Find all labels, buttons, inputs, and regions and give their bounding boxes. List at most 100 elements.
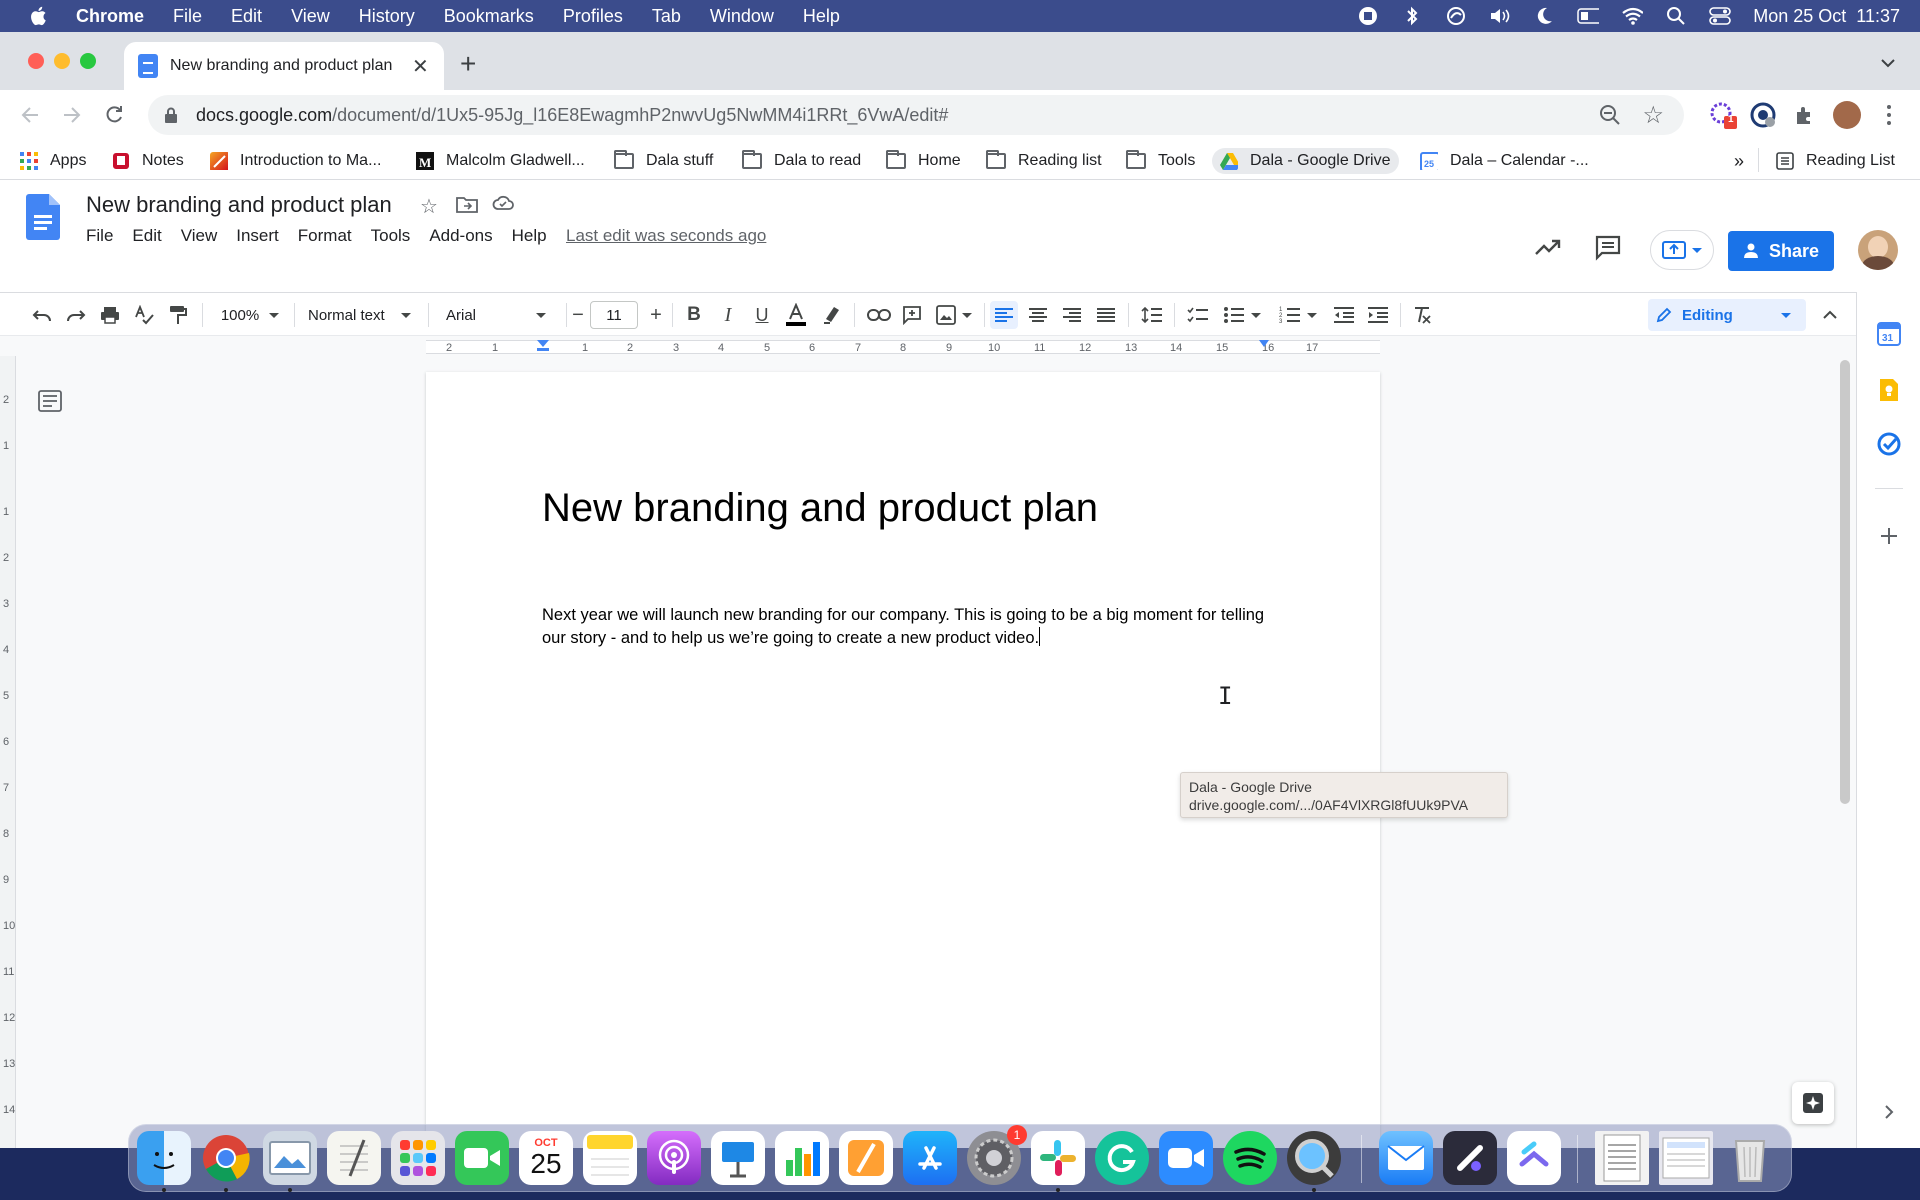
lock-icon[interactable] xyxy=(164,107,178,123)
docs-menu-file[interactable]: File xyxy=(86,226,113,246)
menu-view[interactable]: View xyxy=(291,6,330,27)
tab-search-chevron-icon[interactable] xyxy=(1880,52,1896,73)
document-heading[interactable]: New branding and product plan xyxy=(542,486,1098,531)
menu-window[interactable]: Window xyxy=(710,6,774,27)
align-left-icon[interactable] xyxy=(990,301,1018,329)
system-preferences-icon[interactable]: 1 xyxy=(967,1125,1027,1185)
bold-icon[interactable]: B xyxy=(682,303,706,327)
tab-close-icon[interactable]: ✕ xyxy=(412,54,429,79)
apple-icon[interactable] xyxy=(26,3,52,29)
documents-stack-icon[interactable] xyxy=(1659,1131,1713,1185)
forward-button[interactable] xyxy=(58,101,86,129)
google-docs-logo-icon[interactable] xyxy=(26,194,60,240)
bookmark-apps[interactable]: Apps xyxy=(20,148,86,174)
add-comment-icon[interactable] xyxy=(900,303,924,327)
spotlight-search-icon[interactable] xyxy=(1665,5,1687,27)
grammarly-icon[interactable] xyxy=(1095,1131,1149,1185)
docs-menu-insert[interactable]: Insert xyxy=(236,226,279,246)
font-family-select[interactable]: Arial xyxy=(446,303,556,327)
browser-tab-active[interactable]: New branding and product plan ✕ xyxy=(124,42,444,90)
docs-menu-help[interactable]: Help xyxy=(512,226,547,246)
vertical-scrollbar[interactable] xyxy=(1840,360,1850,804)
document-outline-icon[interactable] xyxy=(38,390,62,412)
add-addon-plus-icon[interactable] xyxy=(1877,524,1901,548)
paint-format-icon[interactable] xyxy=(166,303,190,327)
docs-menu-addons[interactable]: Add-ons xyxy=(429,226,492,246)
reload-button[interactable] xyxy=(100,101,128,129)
trash-icon[interactable] xyxy=(1723,1131,1777,1185)
font-size-input[interactable]: 11 xyxy=(590,301,638,329)
bookmark-reading-list-folder[interactable]: Reading list xyxy=(986,148,1102,174)
chrome-dock-icon[interactable] xyxy=(199,1131,253,1185)
bookmark-star-icon[interactable]: ☆ xyxy=(1642,101,1664,130)
menubar-clock[interactable]: Mon 25 Oct 11:37 xyxy=(1753,6,1900,27)
textedit-icon[interactable] xyxy=(327,1131,381,1185)
password-manager-icon[interactable] xyxy=(1748,100,1778,130)
insert-image-icon[interactable] xyxy=(934,303,974,327)
pages-icon[interactable] xyxy=(839,1131,893,1185)
right-indent-marker-icon[interactable] xyxy=(1258,339,1270,349)
italic-icon[interactable]: I xyxy=(716,303,740,327)
highlight-color-icon[interactable] xyxy=(820,303,844,327)
stop-recording-icon[interactable] xyxy=(1357,5,1379,27)
bookmark-dala-stuff[interactable]: Dala stuff xyxy=(614,148,713,174)
bookmark-dala-to-read[interactable]: Dala to read xyxy=(742,148,861,174)
sync-icon[interactable] xyxy=(1445,5,1467,27)
back-button[interactable] xyxy=(16,101,44,129)
podcasts-icon[interactable] xyxy=(647,1131,701,1185)
moon-icon[interactable] xyxy=(1533,5,1555,27)
calendar-dock-icon[interactable]: OCT 25 xyxy=(519,1131,573,1185)
redo-icon[interactable] xyxy=(64,303,88,327)
present-button[interactable] xyxy=(1650,230,1714,270)
new-tab-button[interactable]: + xyxy=(460,50,476,78)
zoom-icon[interactable] xyxy=(1159,1131,1213,1185)
docs-menu-format[interactable]: Format xyxy=(298,226,352,246)
print-icon[interactable] xyxy=(98,303,122,327)
mail-icon[interactable] xyxy=(1379,1131,1433,1185)
menu-tab[interactable]: Tab xyxy=(652,6,681,27)
left-indent-marker-icon[interactable] xyxy=(536,339,550,353)
document-page[interactable]: New branding and product plan Next year … xyxy=(426,372,1380,1148)
document-title[interactable]: New branding and product plan xyxy=(86,192,392,218)
menu-profiles[interactable]: Profiles xyxy=(563,6,623,27)
bookmark-tools[interactable]: Tools xyxy=(1126,148,1195,174)
clear-formatting-icon[interactable] xyxy=(1410,303,1434,327)
bookmarks-overflow-button[interactable]: » xyxy=(1734,148,1744,174)
zoom-select[interactable]: 100% xyxy=(218,303,282,327)
profile-avatar[interactable] xyxy=(1832,100,1862,130)
zoom-out-icon[interactable] xyxy=(1598,103,1622,127)
facetime-icon[interactable] xyxy=(455,1131,509,1185)
quicktime-icon[interactable] xyxy=(1287,1131,1341,1185)
menu-app-name[interactable]: Chrome xyxy=(76,6,144,27)
chrome-menu-icon[interactable] xyxy=(1874,100,1904,130)
menu-help[interactable]: Help xyxy=(803,6,840,27)
window-minimize-button[interactable] xyxy=(54,53,70,69)
keynote-icon[interactable] xyxy=(711,1131,765,1185)
hide-menus-chevron-icon[interactable] xyxy=(1818,303,1842,327)
align-center-icon[interactable] xyxy=(1026,303,1050,327)
extensions-puzzle-icon[interactable] xyxy=(1790,100,1820,130)
menu-edit[interactable]: Edit xyxy=(231,6,262,27)
numbers-icon[interactable] xyxy=(775,1131,829,1185)
bookmark-dala-google-drive[interactable]: Dala - Google Drive xyxy=(1212,148,1399,174)
decrease-indent-icon[interactable] xyxy=(1332,303,1356,327)
share-button[interactable]: Share xyxy=(1728,231,1834,271)
reading-list-button[interactable]: Reading List xyxy=(1776,148,1895,174)
window-close-button[interactable] xyxy=(28,53,44,69)
wifi-icon[interactable] xyxy=(1621,5,1644,27)
activity-dashboard-icon[interactable] xyxy=(1534,234,1562,262)
increase-font-size-button[interactable]: + xyxy=(648,303,664,327)
justify-icon[interactable] xyxy=(1094,303,1118,327)
document-body-paragraph[interactable]: Next year we will launch new branding fo… xyxy=(542,604,1282,650)
screen-recorder-icon[interactable] xyxy=(1443,1131,1497,1185)
bookmark-introduction[interactable]: Introduction to Ma... xyxy=(210,148,381,174)
slack-icon[interactable] xyxy=(1031,1131,1085,1185)
align-right-icon[interactable] xyxy=(1060,303,1084,327)
bookmark-home[interactable]: Home xyxy=(886,148,961,174)
finder-icon[interactable] xyxy=(137,1131,191,1185)
account-avatar[interactable] xyxy=(1858,230,1898,270)
notes-dock-icon[interactable] xyxy=(583,1131,637,1185)
editing-mode-select[interactable]: Editing xyxy=(1648,299,1806,331)
bookmark-notes[interactable]: Notes xyxy=(112,148,184,174)
address-bar[interactable]: docs.google.com/document/d/1Ux5-95Jg_l16… xyxy=(148,95,1684,135)
